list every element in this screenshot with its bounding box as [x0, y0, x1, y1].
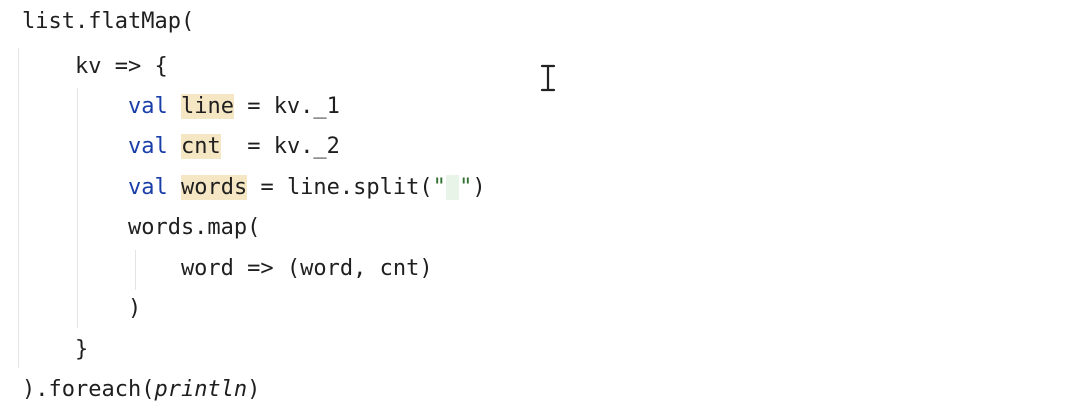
code-text: = kv._2 — [220, 134, 340, 159]
code-text: kv => { — [22, 54, 168, 79]
string-space — [445, 175, 460, 200]
code-text: ) — [247, 377, 261, 402]
code-text: = kv._1 — [233, 94, 340, 119]
code-text: ).foreach( — [22, 377, 155, 402]
keyword-val: val — [127, 175, 168, 200]
variable-words: words — [180, 175, 248, 200]
string-quote: " — [459, 175, 473, 200]
code-text: words.map( — [22, 215, 261, 240]
keyword-val: val — [127, 94, 168, 119]
function-println: println — [154, 377, 248, 402]
code-text: } — [22, 337, 89, 362]
indent-guide — [77, 88, 78, 328]
code-editor[interactable]: list.flatMap( kv => { val line = kv._1 v… — [0, 0, 1068, 418]
code-line: val words = line.split(" ") — [22, 173, 486, 203]
code-line: val line = kv._1 — [22, 92, 340, 122]
code-text: list.flatMap( — [22, 9, 195, 34]
code-line: list.flatMap( — [22, 7, 194, 37]
code-line: ) — [22, 294, 141, 324]
code-text: = line.split( — [247, 175, 433, 200]
code-line: word => (word, cnt) — [22, 254, 433, 284]
text-cursor-icon — [539, 64, 557, 92]
code-line: } — [22, 335, 88, 365]
code-text: word => (word, cnt) — [22, 256, 433, 281]
code-line: words.map( — [22, 213, 260, 243]
variable-cnt: cnt — [180, 134, 221, 159]
string-quote: " — [432, 175, 446, 200]
indent-guide — [18, 48, 19, 368]
code-line: kv => { — [22, 52, 168, 82]
code-text: ) — [472, 175, 486, 200]
code-line: ).foreach(println) — [22, 375, 260, 405]
code-line: val cnt = kv._2 — [22, 132, 340, 162]
variable-line: line — [180, 94, 234, 119]
keyword-val: val — [127, 134, 168, 159]
code-text: ) — [22, 296, 142, 321]
